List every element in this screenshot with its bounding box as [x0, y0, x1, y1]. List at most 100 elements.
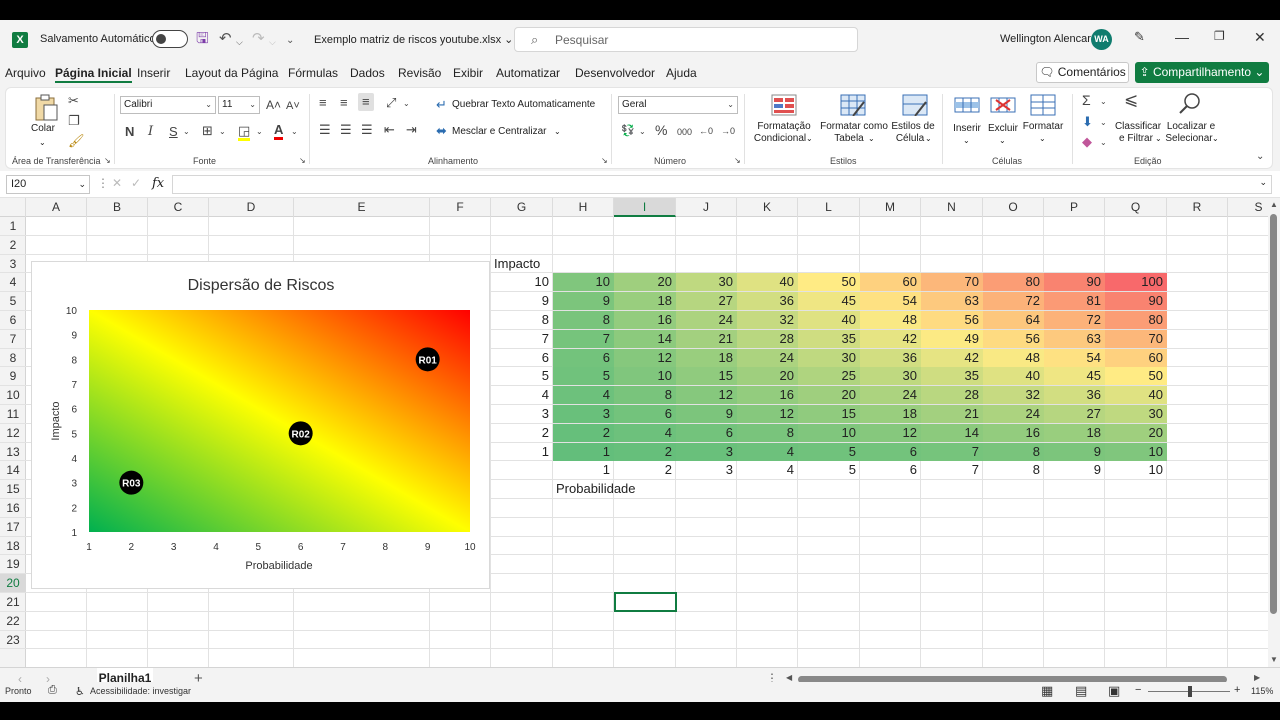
matrix-cell[interactable]: 10 [553, 273, 614, 292]
tab-inserir[interactable]: Inserir [137, 66, 170, 80]
matrix-cell[interactable]: 12 [737, 405, 798, 423]
align-middle-icon[interactable]: ≡ [340, 96, 348, 110]
matrix-cell[interactable]: 42 [860, 329, 921, 348]
search-box[interactable]: ⌕ Pesquisar [514, 27, 858, 52]
matrix-cell[interactable]: 15 [676, 367, 737, 386]
matrix-cell[interactable]: 72 [1044, 311, 1105, 329]
matrix-cell[interactable]: 21 [921, 405, 983, 423]
matrix-cell[interactable]: 14 [614, 329, 676, 348]
cell-styles-label1[interactable]: Estilos de [890, 121, 936, 133]
accounting-dropdown-icon[interactable]: ⌄ [639, 125, 646, 139]
row-header-3[interactable]: 3 [0, 255, 26, 274]
vertical-scroll-thumb[interactable] [1270, 214, 1277, 614]
matrix-cell[interactable]: 64 [983, 311, 1044, 329]
grow-font-icon[interactable]: A˄ [266, 98, 281, 112]
matrix-cell[interactable]: 14 [921, 423, 983, 442]
autosum-dropdown-icon[interactable]: ⌄ [1100, 95, 1107, 109]
matrix-cell[interactable]: 30 [1105, 405, 1167, 423]
decrease-decimal-icon[interactable]: →0 [721, 124, 735, 138]
matrix-cell[interactable]: 4 [737, 442, 798, 461]
find-select-label2[interactable]: Selecionar [1160, 133, 1218, 145]
user-name[interactable]: Wellington Alencar [1000, 33, 1091, 45]
pen-icon[interactable]: ✎ [1134, 29, 1145, 45]
matrix-cell[interactable]: 9 [553, 292, 614, 311]
align-right-icon[interactable]: ☰ [361, 123, 373, 137]
bold-button[interactable]: N [125, 125, 134, 139]
accessibility-status[interactable]: Acessibilidade: investigar [90, 686, 191, 696]
page-break-icon[interactable]: ▣ [1108, 683, 1120, 699]
column-header-g[interactable]: G [491, 198, 553, 217]
matrix-cell[interactable]: 35 [921, 367, 983, 386]
find-select-icon[interactable] [1178, 92, 1204, 114]
delete-button[interactable]: Excluir [984, 123, 1022, 135]
matrix-cell[interactable]: 16 [614, 311, 676, 329]
font-color-icon[interactable]: A [274, 123, 284, 140]
name-box[interactable]: I20 ⌄ [6, 175, 90, 194]
matrix-cell[interactable]: 18 [676, 348, 737, 367]
tab-dados[interactable]: Dados [350, 66, 385, 80]
customize-toolbar-icon[interactable]: ⌄ [286, 33, 294, 49]
matrix-cell[interactable]: 21 [676, 329, 737, 348]
sort-filter-label2[interactable]: e Filtrar [1113, 133, 1159, 145]
tab-arquivo[interactable]: Arquivo [5, 66, 46, 80]
matrix-cell[interactable]: 8 [614, 386, 676, 405]
matrix-cell[interactable]: 8 [737, 423, 798, 442]
matrix-cell[interactable]: 6 [676, 423, 737, 442]
matrix-cell[interactable]: 60 [860, 273, 921, 292]
matrix-cell[interactable]: 42 [921, 348, 983, 367]
row-header-2[interactable]: 2 [0, 236, 26, 255]
delete-dropdown-icon[interactable]: ⌄ [999, 135, 1006, 147]
row-header-9[interactable]: 9 [0, 367, 26, 387]
matrix-cell[interactable]: 12 [860, 423, 921, 442]
scroll-right-icon[interactable]: ▶ [1254, 673, 1260, 682]
zoom-out-icon[interactable]: − [1135, 684, 1141, 696]
cell-styles-icon[interactable] [902, 94, 928, 116]
matrix-cell[interactable]: 24 [860, 386, 921, 405]
row-header-6[interactable]: 6 [0, 311, 26, 330]
matrix-cell[interactable]: 70 [1105, 329, 1167, 348]
wrap-text-icon[interactable]: ↵ [436, 98, 447, 112]
select-all-corner[interactable] [0, 198, 26, 217]
column-header-d[interactable]: D [209, 198, 294, 217]
matrix-cell[interactable]: 90 [1105, 292, 1167, 311]
align-top-icon[interactable]: ≡ [319, 96, 327, 110]
tab-pagina-inicial[interactable]: Página Inicial [55, 66, 132, 83]
matrix-cell[interactable]: 24 [737, 348, 798, 367]
column-header-p[interactable]: P [1044, 198, 1105, 217]
insert-cells-icon[interactable] [954, 94, 980, 116]
vertical-scrollbar[interactable]: ▲ ▼ [1268, 198, 1280, 668]
tab-exibir[interactable]: Exibir [453, 66, 483, 80]
column-header-e[interactable]: E [294, 198, 430, 217]
row-header-20[interactable]: 20 [0, 574, 26, 593]
row-header-16[interactable]: 16 [0, 499, 26, 518]
conditional-formatting-label1[interactable]: Formatação [756, 121, 812, 133]
normal-view-icon[interactable]: ▦ [1041, 683, 1053, 699]
matrix-cell[interactable]: 56 [921, 311, 983, 329]
matrix-cell[interactable]: 20 [798, 386, 860, 405]
row-header-17[interactable]: 17 [0, 518, 26, 537]
tab-ajuda[interactable]: Ajuda [666, 66, 697, 80]
matrix-cell[interactable]: 30 [860, 367, 921, 386]
scroll-up-icon[interactable]: ▲ [1270, 200, 1278, 209]
active-cell[interactable] [614, 592, 677, 612]
matrix-cell[interactable]: 2 [614, 442, 676, 461]
font-name-select[interactable]: Calibri ⌄ [120, 96, 216, 114]
matrix-cell[interactable]: 3 [676, 442, 737, 461]
matrix-cell[interactable]: 25 [798, 367, 860, 386]
find-select-label1[interactable]: Localizar e [1162, 121, 1220, 133]
row-header-15[interactable]: 15 [0, 480, 26, 499]
merge-dropdown-icon[interactable]: ⌄ [554, 126, 561, 138]
save-icon[interactable]: 🖫 [196, 31, 209, 47]
matrix-cell[interactable]: 18 [614, 292, 676, 311]
fill-dropdown-icon[interactable]: ⌄ [256, 125, 263, 139]
matrix-cell[interactable]: 32 [983, 386, 1044, 405]
clear-icon[interactable]: ◆ [1082, 135, 1092, 149]
macro-record-icon[interactable]: ⎙ [48, 684, 57, 697]
insert-dropdown-icon[interactable]: ⌄ [963, 135, 970, 147]
column-header-q[interactable]: Q [1105, 198, 1167, 217]
tab-revisao[interactable]: Revisão [398, 66, 441, 80]
zoom-in-icon[interactable]: + [1234, 684, 1240, 696]
format-as-table-icon[interactable] [840, 94, 866, 116]
matrix-cell[interactable]: 27 [1044, 405, 1105, 423]
matrix-cell[interactable]: 60 [1105, 348, 1167, 367]
